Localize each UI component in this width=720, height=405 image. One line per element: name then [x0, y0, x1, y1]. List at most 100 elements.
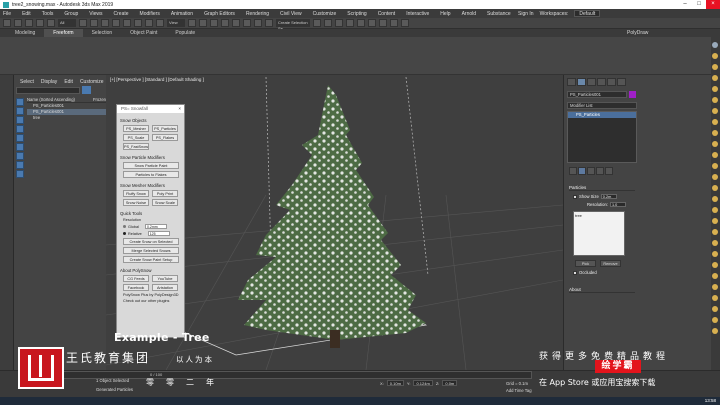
rectangular-selection-icon[interactable] [101, 19, 109, 27]
layer-explorer-icon[interactable] [335, 19, 343, 27]
folder-icon[interactable] [712, 218, 718, 224]
motion-tab-icon[interactable] [597, 78, 606, 86]
selection-filter-dropdown[interactable]: All [58, 19, 76, 27]
menu-substance[interactable]: Substance [487, 11, 511, 17]
occluded-checkbox[interactable] [573, 270, 577, 275]
relative-radio[interactable] [123, 232, 126, 235]
menu-animation[interactable]: Animation [171, 11, 193, 17]
folder-icon[interactable] [712, 240, 718, 246]
spacewarps-filter-icon[interactable] [16, 143, 24, 151]
folder-icon[interactable] [712, 317, 718, 323]
ps-particles-button[interactable]: PS_Particles [152, 125, 178, 132]
move-icon[interactable] [123, 19, 131, 27]
select-by-name-icon[interactable] [90, 19, 98, 27]
close-icon[interactable]: × [706, 0, 720, 9]
folder-icon[interactable] [712, 306, 718, 312]
create-snow-on-selected-button[interactable]: Create Snow on Selected [123, 238, 179, 245]
folder-icon[interactable] [712, 152, 718, 158]
window-crossing-icon[interactable] [112, 19, 120, 27]
menu-interactive[interactable]: Interactive [406, 11, 429, 17]
tab-object-paint[interactable]: Object Paint [121, 29, 166, 37]
folder-icon[interactable] [712, 174, 718, 180]
folder-icon[interactable] [712, 75, 718, 81]
named-selection-set-dropdown[interactable]: Create Selection Se [276, 19, 310, 31]
scene-tab-edit[interactable]: Edit [64, 79, 73, 85]
align-icon[interactable] [324, 19, 332, 27]
artstation-button[interactable]: Artstation [152, 284, 178, 291]
spinner-snap-icon[interactable] [254, 19, 262, 27]
keyboard-shortcut-icon[interactable] [210, 19, 218, 27]
place-icon[interactable] [156, 19, 164, 27]
folder-icon[interactable] [712, 97, 718, 103]
object-color-swatch[interactable] [629, 91, 636, 98]
angle-snap-icon[interactable] [232, 19, 240, 27]
scale-icon[interactable] [145, 19, 153, 27]
tab-freeform[interactable]: Freeform [44, 29, 83, 37]
youtube-button[interactable]: YouTube [152, 275, 178, 282]
particles-rollout-header[interactable]: Particles [569, 184, 635, 191]
scene-tab-customize[interactable]: Customize [80, 79, 104, 85]
unlink-icon[interactable] [36, 19, 44, 27]
helpers-filter-icon[interactable] [16, 134, 24, 142]
schematic-view-icon[interactable] [357, 19, 365, 27]
folder-icon[interactable] [712, 295, 718, 301]
menu-edit[interactable]: Edit [22, 11, 31, 17]
folder-icon[interactable] [712, 273, 718, 279]
folder-icon[interactable] [712, 284, 718, 290]
x-coordinate-field[interactable]: 0.10m [386, 380, 404, 386]
reference-coordinate-dropdown[interactable]: View [167, 19, 185, 27]
redo-icon[interactable] [14, 19, 22, 27]
resolution-input[interactable]: 1.0 [609, 202, 626, 207]
render-setup-icon[interactable] [379, 19, 387, 27]
snow-scale-button[interactable]: Snow Scale [152, 199, 178, 206]
bones-filter-icon[interactable] [16, 170, 24, 178]
lights-filter-icon[interactable] [16, 116, 24, 124]
configure-modifier-sets-icon[interactable] [605, 167, 613, 175]
minimize-icon[interactable]: – [678, 0, 692, 9]
snow-noise-button[interactable]: Snow Noise [123, 199, 149, 206]
ps-fastsnow-button[interactable]: PS_FastSnow [123, 143, 149, 150]
display-tab-icon[interactable] [607, 78, 616, 86]
ps-scale-button[interactable]: PS_Scale [123, 134, 149, 141]
menu-graph-editors[interactable]: Graph Editors [204, 11, 235, 17]
z-coordinate-field[interactable]: 0.0m [442, 380, 458, 386]
snow-particle-paint-button[interactable]: Snow Particle Paint [123, 162, 179, 169]
link-icon[interactable] [25, 19, 33, 27]
poly-print-button[interactable]: Poly Print [152, 190, 178, 197]
ps-flakes-button[interactable]: PS_Flakes [152, 134, 178, 141]
modifier-list-dropdown[interactable]: Modifier List [567, 102, 637, 109]
merge-selected-snows-button[interactable]: Merge Selected Snows [123, 247, 179, 254]
menu-civil-view[interactable]: Civil View [280, 11, 302, 17]
menu-views[interactable]: Views [89, 11, 102, 17]
target-objects-list[interactable]: tree [573, 211, 625, 256]
folder-icon[interactable] [712, 207, 718, 213]
folder-icon[interactable] [712, 130, 718, 136]
render-production-icon[interactable] [401, 19, 409, 27]
folder-icon[interactable] [712, 196, 718, 202]
menu-file[interactable]: File [3, 11, 11, 17]
mirror-icon[interactable] [313, 19, 321, 27]
curve-editor-icon[interactable] [346, 19, 354, 27]
polysnow-panel-title[interactable]: PS= Snowfall × [117, 105, 184, 113]
modify-tab-icon[interactable] [577, 78, 586, 86]
menu-content[interactable]: Content [378, 11, 396, 17]
remove-modifier-icon[interactable] [596, 167, 604, 175]
geometry-filter-icon[interactable] [16, 98, 24, 106]
global-resolution-input[interactable]: 0.2mm [144, 224, 167, 229]
folder-icon[interactable] [712, 64, 718, 70]
particles-to-flakes-button[interactable]: Particles to Flakes [123, 171, 179, 178]
tab-selection[interactable]: Selection [83, 29, 122, 37]
object-name-field[interactable]: PS_Particles001 [567, 91, 627, 98]
folder-icon[interactable] [712, 262, 718, 268]
scene-search-input[interactable] [16, 87, 80, 94]
xrefs-filter-icon[interactable] [16, 161, 24, 169]
menu-rendering[interactable]: Rendering [246, 11, 269, 17]
cg-feeds-button[interactable]: CG Feeds [123, 275, 149, 282]
show-size-input[interactable]: 0.2m [600, 194, 617, 199]
global-radio[interactable] [123, 225, 126, 228]
select-manipulate-icon[interactable] [199, 19, 207, 27]
scene-tab-display[interactable]: Display [41, 79, 57, 85]
create-snow-paint-setup-button[interactable]: Create Snow Paint Setup [123, 256, 179, 263]
menu-customize[interactable]: Customize [313, 11, 337, 17]
hierarchy-tab-icon[interactable] [587, 78, 596, 86]
